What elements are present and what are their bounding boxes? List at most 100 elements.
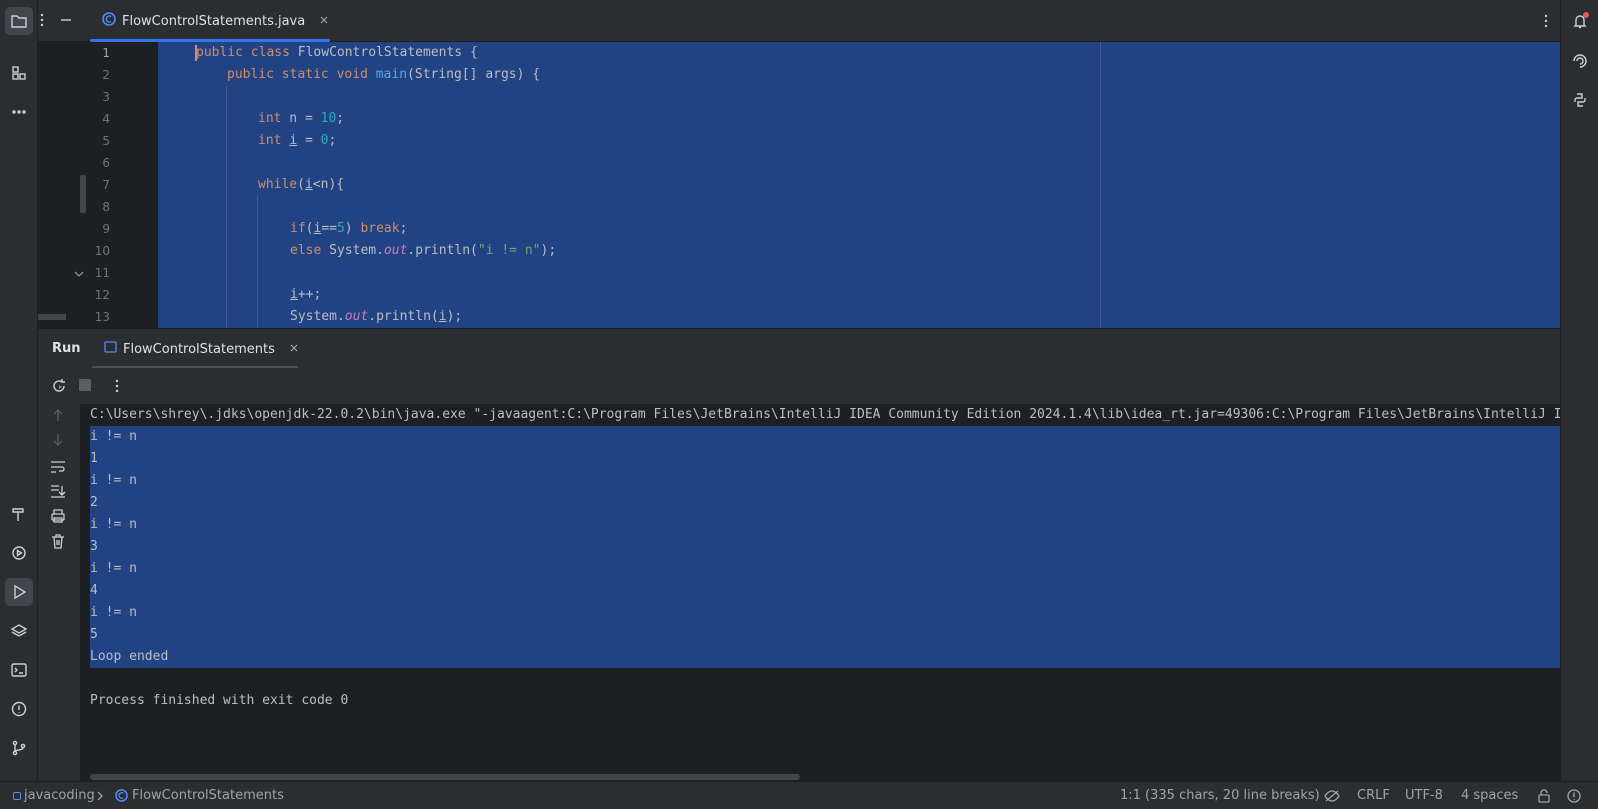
- scroll-to-end-icon[interactable]: [50, 484, 66, 502]
- right-tool-strip: [1560, 0, 1598, 781]
- token: n =: [281, 111, 321, 126]
- line-number: 9: [102, 222, 110, 236]
- lock-icon[interactable]: [1537, 782, 1551, 809]
- left-tool-strip: [0, 0, 38, 781]
- token: (: [297, 177, 305, 192]
- warning-icon[interactable]: [1567, 782, 1581, 809]
- file-encoding[interactable]: UTF-8: [1405, 782, 1443, 809]
- project-breadcrumb[interactable]: javacoding: [13, 782, 95, 809]
- terminal-tool-button[interactable]: [5, 656, 33, 684]
- console-line: i != n: [90, 517, 137, 532]
- code-line-13: System.out.println(i);: [290, 306, 462, 328]
- console-output[interactable]: C:\Users\shrey\.jdks\openjdk-22.0.2\bin\…: [80, 404, 1560, 781]
- token: i: [290, 287, 298, 302]
- build-tool-button[interactable]: [5, 500, 33, 528]
- console-hscrollbar[interactable]: [90, 774, 800, 780]
- code-editor[interactable]: 1 2 3 4 5 6 7 8 9 10 11 12 13 public cla…: [38, 42, 1560, 328]
- module-icon: [13, 791, 21, 800]
- tab-flowcontrolstatements[interactable]: FlowControlStatements.java: [90, 0, 330, 42]
- console-actions: [38, 404, 80, 781]
- token: out: [344, 309, 369, 324]
- line-number: 11: [94, 266, 110, 280]
- rerun-icon[interactable]: [51, 378, 67, 398]
- more-tools-button[interactable]: [5, 98, 33, 126]
- line-number: 6: [102, 156, 110, 170]
- line-number: 4: [102, 112, 110, 126]
- console-line: 4: [90, 583, 98, 598]
- token: System.: [290, 309, 345, 324]
- project-tool-button[interactable]: [5, 7, 33, 35]
- more-horizontal-icon: [12, 110, 26, 114]
- ai-assistant-button[interactable]: [1566, 47, 1594, 75]
- indent-setting[interactable]: 4 spaces: [1461, 782, 1518, 809]
- soft-wrap-icon[interactable]: [50, 460, 66, 478]
- token: while: [258, 177, 298, 192]
- folder-icon: [11, 15, 27, 28]
- token: <n){: [312, 177, 345, 192]
- line-number: 1: [102, 46, 110, 60]
- token: public: [227, 67, 274, 82]
- more-vertical-icon[interactable]: [115, 378, 119, 398]
- code-line-5: int i = 0;: [258, 130, 336, 152]
- close-icon[interactable]: [319, 14, 329, 29]
- problems-tool-button[interactable]: [5, 695, 33, 723]
- close-icon[interactable]: [289, 342, 299, 357]
- code-line-2: public static void main(String[] args) {: [227, 64, 540, 86]
- arrow-down-icon[interactable]: [52, 433, 64, 451]
- token: if: [290, 221, 306, 236]
- token: ): [344, 221, 361, 236]
- token: static: [281, 67, 329, 82]
- fold-chevron-icon[interactable]: [74, 267, 84, 282]
- java-class-icon: [115, 789, 128, 802]
- token: public: [196, 45, 243, 60]
- line-number: 5: [102, 134, 110, 148]
- gutter-hscroll[interactable]: [38, 314, 66, 320]
- line-number: 13: [94, 310, 110, 324]
- token: (String[] args) {: [407, 67, 541, 82]
- token: 10: [320, 111, 337, 126]
- run-tool-window-header: Run FlowControlStatements: [38, 328, 1560, 369]
- token: );: [540, 243, 557, 258]
- trash-icon[interactable]: [51, 534, 65, 553]
- git-tool-button[interactable]: [5, 734, 33, 762]
- token: FlowControlStatements {: [289, 45, 478, 60]
- stop-icon[interactable]: [79, 379, 91, 391]
- token: ++;: [297, 287, 322, 302]
- drag-handle-icon[interactable]: [40, 12, 44, 32]
- services-tool-button[interactable]: [5, 539, 33, 567]
- structure-tool-button[interactable]: [5, 59, 33, 87]
- services-icon: [12, 546, 26, 560]
- print-icon[interactable]: [50, 509, 66, 527]
- code-line-12: i++;: [290, 284, 321, 306]
- caret-position[interactable]: 1:1 (335 chars, 20 line breaks): [1120, 782, 1320, 809]
- file-breadcrumb[interactable]: FlowControlStatements: [115, 782, 284, 809]
- line-number: 2: [102, 68, 110, 82]
- tab-run-config[interactable]: FlowControlStatements: [92, 329, 298, 369]
- console-command-line: C:\Users\shrey\.jdks\openjdk-22.0.2\bin\…: [90, 407, 1560, 422]
- breadcrumb-chevron-icon: [96, 782, 104, 809]
- run-tool-button[interactable]: [5, 578, 33, 606]
- token: ;: [328, 133, 337, 148]
- status-bar: javacoding FlowControlStatements 1:1 (33…: [0, 781, 1598, 809]
- line-number: 12: [94, 288, 110, 302]
- code-line-9: if(i==5) break;: [290, 218, 407, 240]
- python-console-button[interactable]: [1566, 86, 1594, 114]
- problems-icon: [11, 701, 27, 717]
- line-separator[interactable]: CRLF: [1357, 782, 1390, 809]
- code-line-10: else System.out.println("i != n");: [290, 240, 556, 262]
- token: i: [289, 133, 298, 148]
- arrow-up-icon[interactable]: [52, 408, 64, 426]
- python-icon: [1574, 93, 1586, 107]
- eye-off-icon[interactable]: [1324, 782, 1340, 809]
- token: .println(: [368, 309, 439, 324]
- console-line: 5: [90, 627, 98, 642]
- code-area[interactable]: public class FlowControlStatements { pub…: [158, 42, 1560, 328]
- layers-tool-button[interactable]: [5, 617, 33, 645]
- notifications-button[interactable]: [1566, 7, 1594, 35]
- gutter-scroll-thumb[interactable]: [80, 175, 86, 213]
- more-vertical-icon[interactable]: [1544, 13, 1548, 33]
- tab-label: FlowControlStatements.java: [122, 13, 306, 29]
- run-toolbar: [38, 368, 1560, 404]
- minimize-icon[interactable]: [60, 14, 72, 30]
